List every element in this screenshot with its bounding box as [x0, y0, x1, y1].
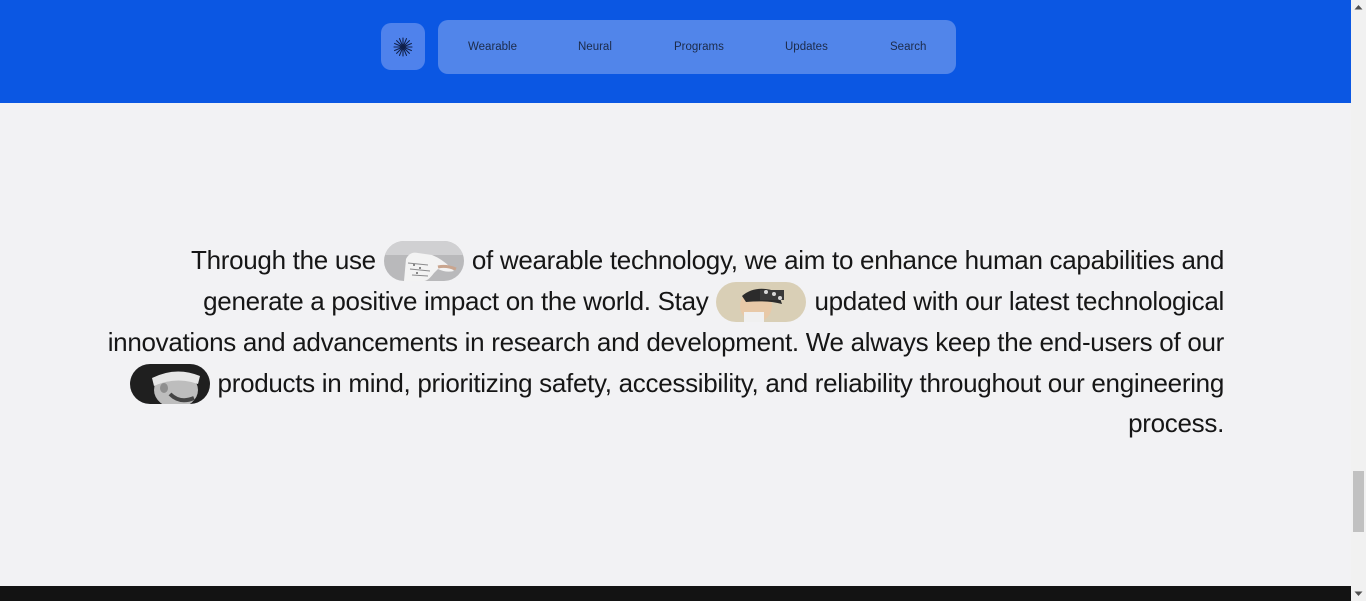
- intro-text: updated with our latest technological: [814, 286, 1224, 316]
- nav-item-updates[interactable]: Updates: [785, 20, 828, 74]
- intro-line-4: products in mind, prioritizing safety, a…: [129, 363, 1225, 404]
- nav-item-wearable[interactable]: Wearable: [468, 20, 517, 74]
- nav-item-search[interactable]: Search: [890, 20, 926, 74]
- headband-man-image: [129, 363, 210, 404]
- nav-item-programs[interactable]: Programs: [674, 20, 724, 74]
- intro-line-3: innovations and advancements in research…: [107, 322, 1225, 363]
- neural-headset-image: [716, 281, 807, 322]
- intro-text: Through the use: [190, 245, 376, 275]
- page: Wearable Neural Programs Updates Search …: [0, 0, 1366, 601]
- intro-text: process.: [1128, 408, 1224, 438]
- intro-text: products in mind, prioritizing safety, a…: [217, 368, 1225, 398]
- intro-line-5: process.: [1128, 403, 1224, 444]
- scroll-up-arrow-icon[interactable]: [1351, 0, 1366, 14]
- scrollbar-thumb[interactable]: [1353, 471, 1364, 532]
- vertical-scrollbar[interactable]: [1351, 0, 1366, 601]
- logo-button[interactable]: [381, 23, 425, 70]
- asterisk-burst-icon: [393, 36, 413, 57]
- intro-line-2: generate a positive impact on the world.…: [203, 281, 1224, 322]
- intro-text: innovations and advancements in research…: [107, 327, 1225, 357]
- intro-section: Through the use of wearable technology, …: [0, 103, 1351, 586]
- intro-text: generate a positive impact on the world.…: [203, 286, 709, 316]
- scroll-down-arrow-icon[interactable]: [1351, 587, 1366, 601]
- main-nav: Wearable Neural Programs Updates Search: [438, 20, 956, 74]
- nav-item-neural[interactable]: Neural: [578, 20, 612, 74]
- footer-strip: [0, 586, 1351, 601]
- intro-text: of wearable technology, we aim to enhanc…: [471, 245, 1224, 275]
- intro-line-1: Through the use of wearable technology, …: [191, 240, 1224, 281]
- top-header: Wearable Neural Programs Updates Search: [0, 0, 1351, 103]
- gloved-hand-image: [383, 240, 464, 281]
